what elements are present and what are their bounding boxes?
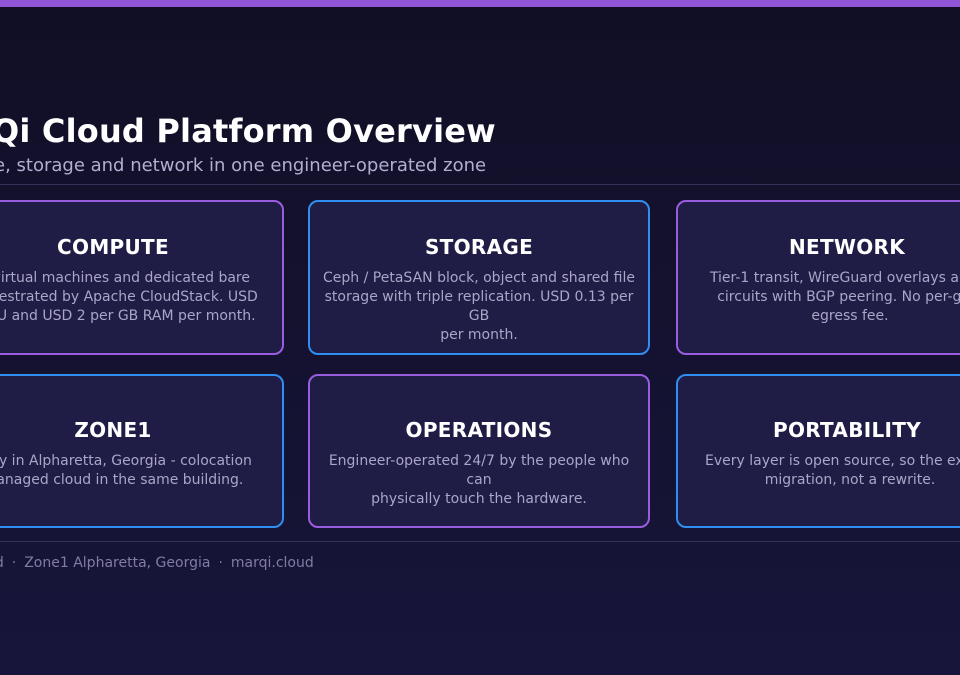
card-title: STORAGE <box>424 235 534 259</box>
card-portability: PORTABILITY Every layer is open source, … <box>676 374 960 528</box>
card-line: Engineer-operated 24/7 by the people who… <box>328 453 630 488</box>
card-title: OPERATIONS <box>405 418 553 442</box>
card-line: circuits with BGP peering. No per-giga <box>717 289 960 305</box>
card-description: Tier-1 transit, WireGuard overlays and p… <box>684 269 960 326</box>
card-line: Ceph / PetaSAN block, object and shared … <box>323 270 635 286</box>
header-divider <box>0 184 960 185</box>
card-operations: OPERATIONS Engineer-operated 24/7 by the… <box>308 374 650 528</box>
card-compute: COMPUTE M virtual machines and dedicated… <box>0 200 284 355</box>
card-line: vCPU and USD 2 per GB RAM per month. <box>0 308 256 324</box>
card-description: Engineer-operated 24/7 by the people who… <box>320 452 638 509</box>
slide: Qi Cloud Platform Overview e, storage an… <box>0 0 960 675</box>
card-line: cility in Alpharetta, Georgia - colocati… <box>0 453 252 469</box>
card-line: egress fee. <box>811 308 889 324</box>
card-title: ZONE1 <box>74 418 152 442</box>
footer-item: ud <box>0 555 4 571</box>
footer-separator: · <box>218 555 223 571</box>
footer-divider <box>0 541 960 542</box>
page-title: Qi Cloud Platform Overview <box>0 112 496 150</box>
footer-separator: · <box>11 555 17 571</box>
card-title: PORTABILITY <box>772 418 922 442</box>
card-network: NETWORK Tier-1 transit, WireGuard overla… <box>676 200 960 355</box>
top-accent-bar <box>0 0 960 7</box>
card-line: Every layer is open source, so the exit … <box>705 453 960 469</box>
card-description: Ceph / PetaSAN block, object and shared … <box>320 269 638 345</box>
footer-domain: marqi.cloud <box>230 555 314 571</box>
card-line: migration, not a rewrite. <box>764 472 936 488</box>
card-storage: STORAGE Ceph / PetaSAN block, object and… <box>308 200 650 355</box>
card-title: COMPUTE <box>57 235 169 259</box>
footer: ud · Zone1 Alpharetta, Georgia · marqi.cloud <box>0 555 314 571</box>
card-line: managed cloud in the same building. <box>0 472 244 488</box>
card-line: Tier-1 transit, WireGuard overlays and p <box>709 270 960 286</box>
card-description: Every layer is open source, so the exit … <box>684 452 960 490</box>
card-description: cility in Alpharetta, Georgia - colocati… <box>0 452 282 490</box>
card-zone1: ZONE1 cility in Alpharetta, Georgia - co… <box>0 374 284 528</box>
card-title: NETWORK <box>788 235 906 259</box>
card-line: storage with triple replication. USD 0.1… <box>324 289 634 324</box>
card-line: per month. <box>440 327 518 343</box>
footer-location: Zone1 Alpharetta, Georgia <box>24 555 211 571</box>
card-line: physically touch the hardware. <box>371 491 587 507</box>
card-line: M virtual machines and dedicated bare <box>0 270 250 286</box>
card-description: M virtual machines and dedicated bare or… <box>0 269 282 326</box>
card-line: orchestrated by Apache CloudStack. USD <box>0 289 258 305</box>
page-subtitle: e, storage and network in one engineer-o… <box>0 155 487 176</box>
